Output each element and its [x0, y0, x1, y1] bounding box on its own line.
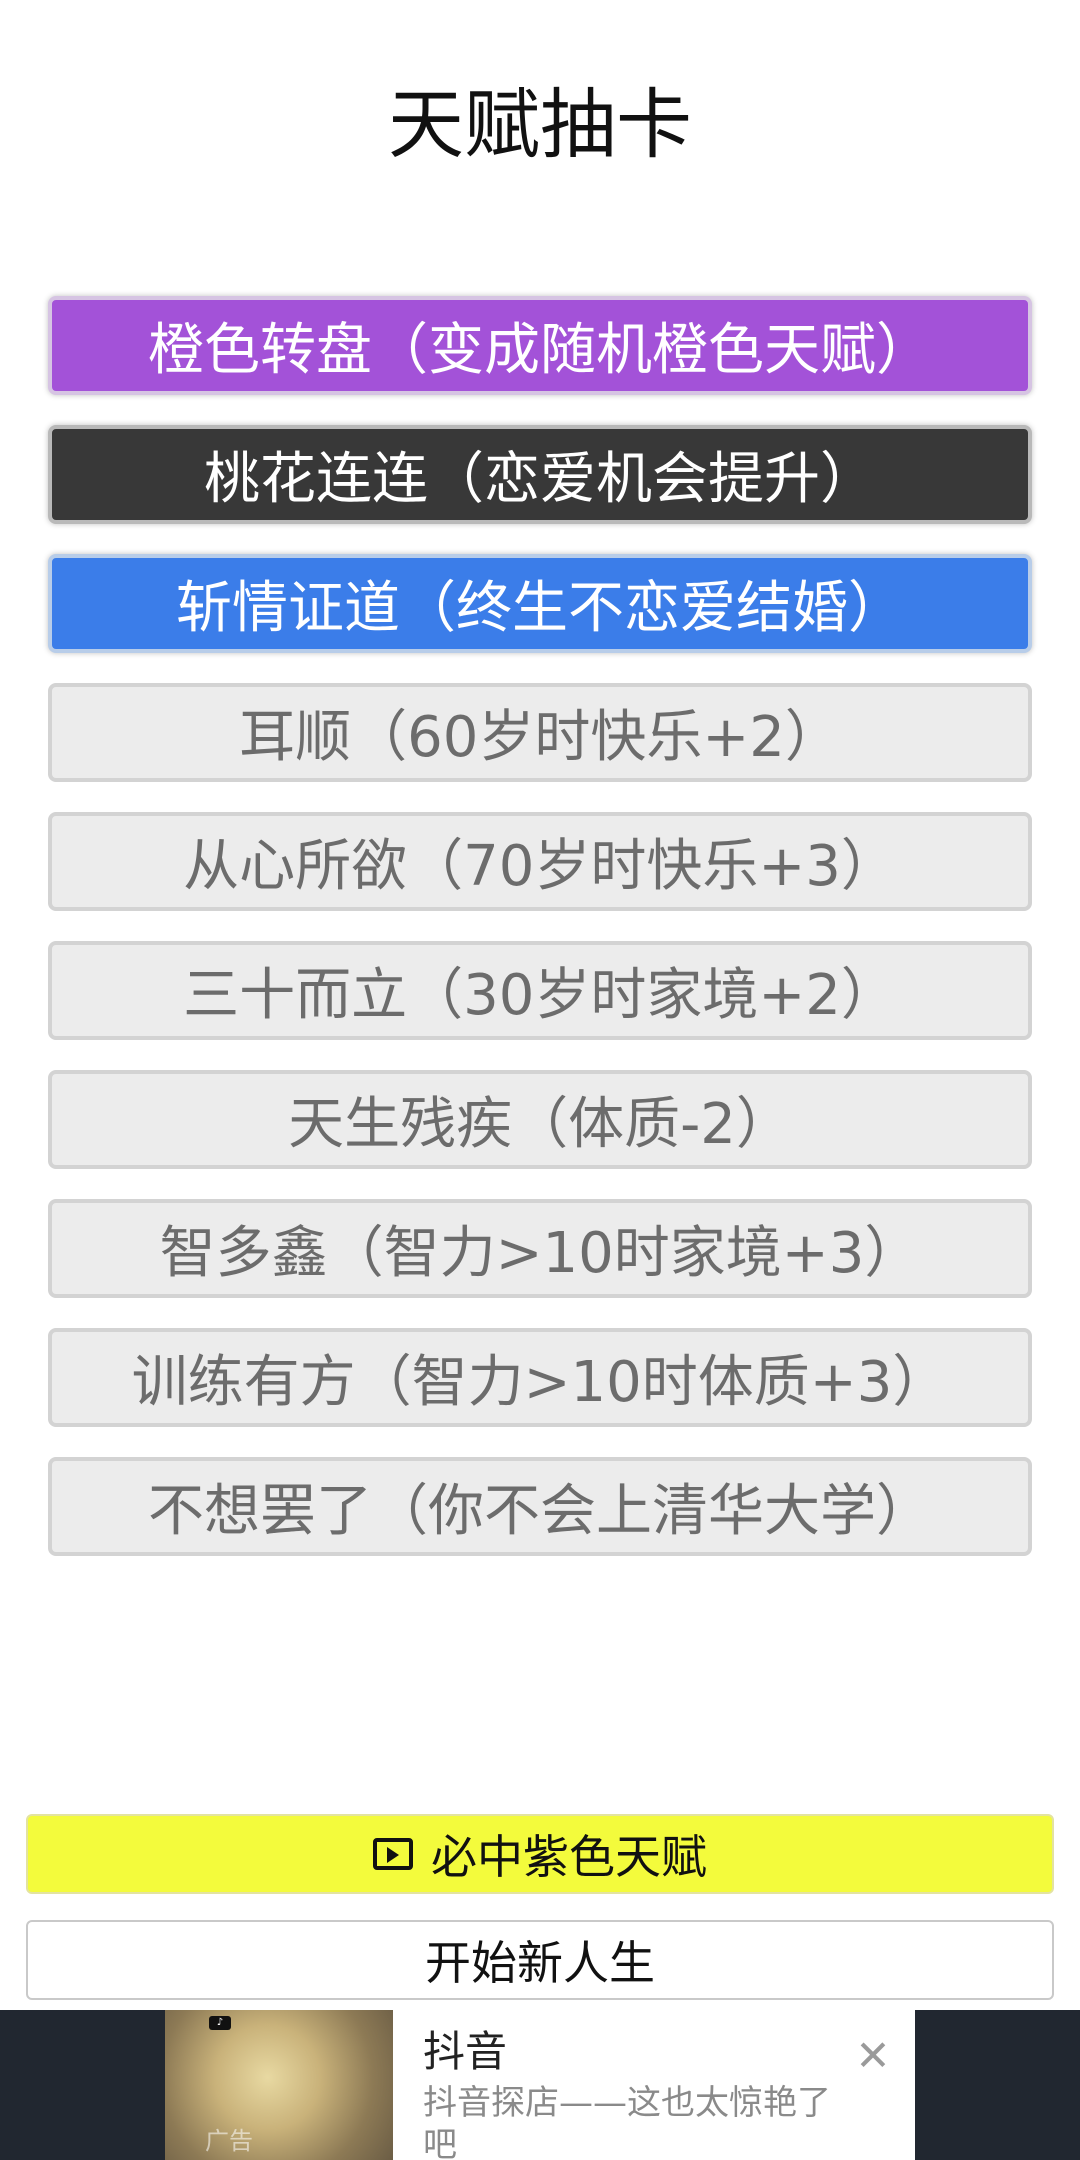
talent-card[interactable]: 不想罢了（你不会上清华大学）: [48, 1457, 1032, 1556]
talent-card[interactable]: 斩情证道（终生不恋爱结婚）: [48, 554, 1032, 653]
talent-card[interactable]: 桃花连连（恋爱机会提升）: [48, 425, 1032, 524]
ad-card[interactable]: ♪ 广告 抖音 抖音探店——这也太惊艳了吧 ✕: [165, 2010, 915, 2160]
talent-card[interactable]: 天生残疾（体质-2）: [48, 1070, 1032, 1169]
guaranteed-purple-label: 必中紫色天赋: [431, 1830, 707, 1884]
talent-draw-screen: 天赋抽卡 橙色转盘（变成随机橙色天赋） 桃花连连（恋爱机会提升） 斩情证道（终生…: [0, 0, 1080, 2160]
start-new-life-button[interactable]: 开始新人生: [26, 1920, 1054, 2000]
ad-title: 抖音: [423, 2027, 508, 2076]
close-icon[interactable]: ✕: [853, 2035, 893, 2077]
talent-card[interactable]: 从心所欲（70岁时快乐+3）: [48, 812, 1032, 911]
ad-description: 抖音探店——这也太惊艳了吧: [423, 2083, 831, 2160]
talent-card[interactable]: 智多鑫（智力>10时家境+3）: [48, 1199, 1032, 1298]
page-title: 天赋抽卡: [388, 80, 692, 169]
talent-list: 橙色转盘（变成随机橙色天赋） 桃花连连（恋爱机会提升） 斩情证道（终生不恋爱结婚…: [48, 296, 1032, 1586]
ad-label: 广告: [205, 2127, 253, 2155]
talent-card[interactable]: 训练有方（智力>10时体质+3）: [48, 1328, 1032, 1427]
guaranteed-purple-button[interactable]: 必中紫色天赋: [26, 1814, 1054, 1894]
start-new-life-label: 开始新人生: [425, 1936, 655, 1990]
talent-card[interactable]: 橙色转盘（变成随机橙色天赋）: [48, 296, 1032, 395]
ad-thumbnail: ♪ 广告: [165, 2010, 393, 2160]
talent-card[interactable]: 耳顺（60岁时快乐+2）: [48, 683, 1032, 782]
tiktok-logo-icon: ♪: [209, 2016, 231, 2030]
talent-card[interactable]: 三十而立（30岁时家境+2）: [48, 941, 1032, 1040]
video-icon: [373, 1838, 413, 1870]
ad-banner: ♪ 广告 抖音 抖音探店——这也太惊艳了吧 ✕: [0, 2010, 1080, 2160]
